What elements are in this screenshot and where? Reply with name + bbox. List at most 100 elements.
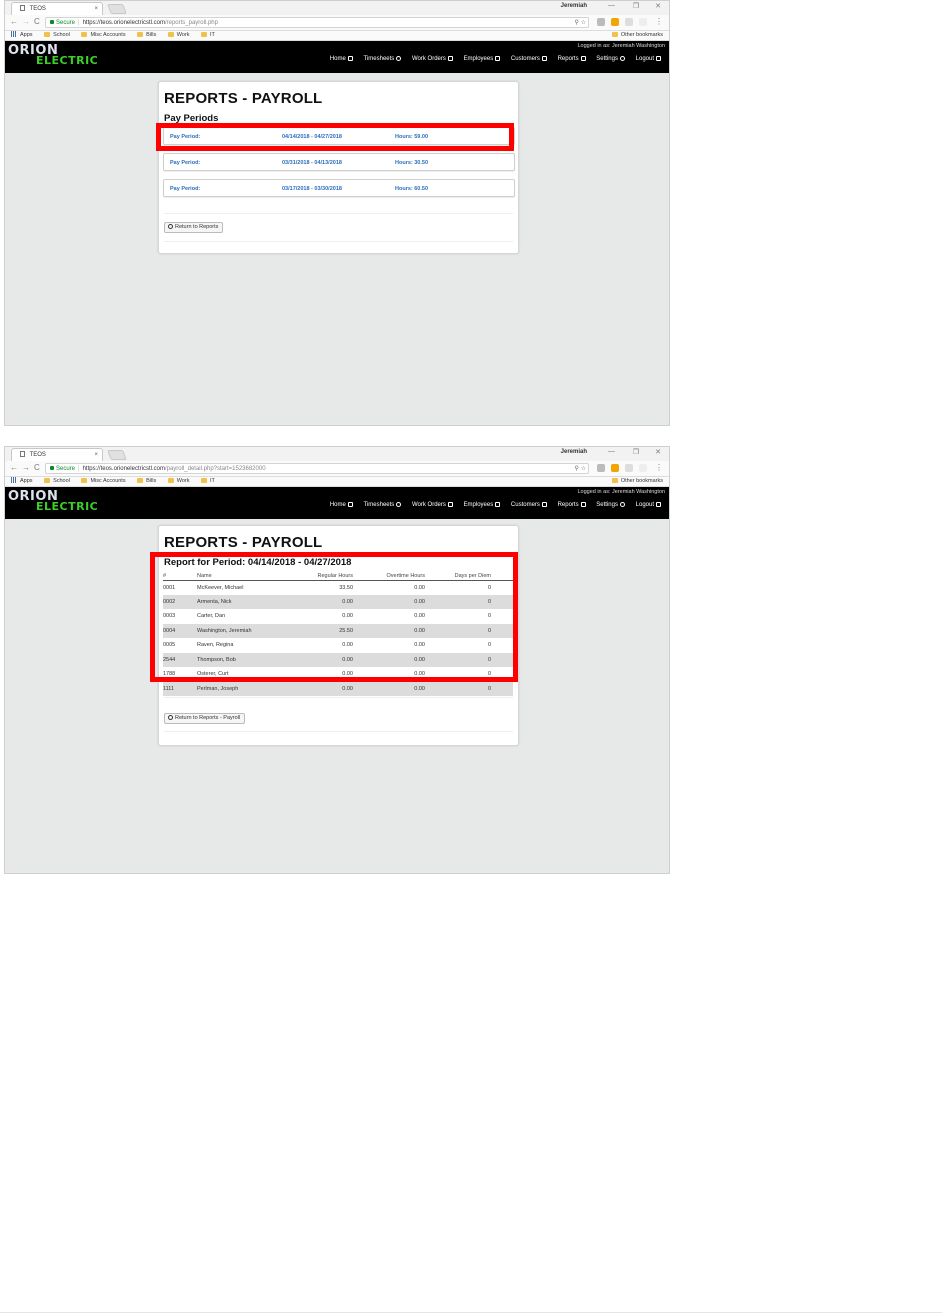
- extension-icon[interactable]: [611, 464, 619, 472]
- return-to-payroll-button[interactable]: Return to Reports - Payroll: [164, 713, 246, 724]
- bookmark-work[interactable]: Work: [167, 31, 189, 40]
- book-icon: [580, 502, 586, 507]
- other-bookmarks[interactable]: Other bookmarks: [611, 477, 663, 486]
- minimize-icon[interactable]: —: [608, 2, 615, 9]
- main-menu: Home Timesheets Work Orders Employees Cu…: [321, 502, 661, 508]
- bookmark-apps[interactable]: Apps: [11, 31, 33, 40]
- cell-days-per-diem: 0: [425, 681, 513, 696]
- bookmark-it[interactable]: IT: [201, 477, 215, 486]
- apps-icon: [11, 477, 17, 483]
- profile-name[interactable]: Jeremiah: [561, 449, 587, 455]
- browser-tab[interactable]: TEOS ×: [11, 448, 103, 461]
- maximize-icon[interactable]: ❐: [633, 448, 639, 456]
- other-bookmarks[interactable]: Other bookmarks: [611, 31, 663, 40]
- extension-icon[interactable]: [625, 18, 633, 26]
- nav-customers[interactable]: Customers: [511, 56, 547, 62]
- bookmark-it[interactable]: IT: [201, 31, 215, 40]
- address-bar-row: ← → C Secure | https://teos.orionelectrics…: [5, 15, 669, 31]
- bookmark-bills[interactable]: Bills: [137, 31, 156, 40]
- divider: [164, 241, 513, 242]
- secure-indicator[interactable]: Secure: [50, 20, 75, 26]
- back-icon[interactable]: ←: [10, 17, 18, 26]
- browser-tabstrip: TEOS × Jeremiah — ❐ ✕: [5, 1, 669, 15]
- nav-timesheets[interactable]: Timesheets: [364, 502, 402, 508]
- nav-employees[interactable]: Employees: [464, 56, 501, 62]
- nav-customers[interactable]: Customers: [511, 502, 547, 508]
- forward-icon[interactable]: →: [22, 463, 30, 472]
- close-window-icon[interactable]: ✕: [655, 2, 661, 10]
- nav-reports[interactable]: Reports: [558, 502, 586, 508]
- extension-icon[interactable]: [597, 18, 605, 26]
- secure-indicator[interactable]: Secure: [50, 466, 75, 472]
- return-to-reports-button[interactable]: Return to Reports: [164, 222, 224, 233]
- nav-home[interactable]: Home: [330, 502, 353, 508]
- bookmark-star-icon[interactable]: ⚲ ☆: [575, 464, 586, 473]
- extension-icon[interactable]: [639, 464, 647, 472]
- back-icon[interactable]: ←: [10, 463, 18, 472]
- nav-home[interactable]: Home: [330, 56, 353, 62]
- reload-icon[interactable]: C: [34, 463, 40, 472]
- bookmark-star-icon[interactable]: ⚲ ☆: [575, 18, 586, 27]
- page-title: REPORTS - PAYROLL: [164, 534, 323, 551]
- nav-settings[interactable]: Settings: [596, 502, 625, 508]
- tab-close-icon[interactable]: ×: [94, 3, 98, 15]
- page-title: REPORTS - PAYROLL: [164, 90, 323, 107]
- bookmark-school[interactable]: School: [44, 477, 70, 486]
- url-field[interactable]: Secure | https://teos.orionelectricstl.com…: [45, 463, 589, 474]
- url-field[interactable]: Secure | https://teos.orionelectricstl.com…: [45, 17, 589, 28]
- lock-icon: [50, 466, 54, 470]
- payroll-panel: REPORTS - PAYROLL Pay Periods Pay Period…: [158, 81, 519, 254]
- list-icon: [541, 56, 547, 61]
- extension-icon[interactable]: [625, 464, 633, 472]
- bookmark-work[interactable]: Work: [167, 477, 189, 486]
- extension-icon[interactable]: [611, 18, 619, 26]
- nav-logout[interactable]: Logout: [636, 56, 661, 62]
- bookmark-school[interactable]: School: [44, 31, 70, 40]
- new-tab-button[interactable]: [107, 4, 127, 14]
- profile-name[interactable]: Jeremiah: [561, 3, 587, 9]
- nav-timesheets[interactable]: Timesheets: [364, 56, 402, 62]
- folder-icon: [81, 32, 88, 37]
- folder-icon: [611, 32, 618, 37]
- cell-id: 1111: [163, 681, 197, 696]
- bookmark-apps[interactable]: Apps: [11, 477, 33, 486]
- divider: [164, 697, 513, 698]
- bookmark-misc-accounts[interactable]: Misc Accounts: [81, 31, 126, 40]
- minimize-icon[interactable]: —: [608, 448, 615, 455]
- tab-close-icon[interactable]: ×: [94, 449, 98, 461]
- cell-regular-hours: 0.00: [287, 681, 353, 696]
- edit-icon: [447, 502, 453, 507]
- maximize-icon[interactable]: ❐: [633, 2, 639, 10]
- pay-period-row[interactable]: Pay Period: 03/31/2018 - 04/13/2018 Hour…: [163, 153, 515, 171]
- orion-electric-logo[interactable]: ORION ELECTRIC: [8, 44, 98, 66]
- close-window-icon[interactable]: ✕: [655, 448, 661, 456]
- logout-icon: [656, 502, 661, 507]
- reload-icon[interactable]: C: [34, 17, 40, 26]
- tab-title: TEOS: [29, 6, 46, 12]
- extension-icon[interactable]: [597, 464, 605, 472]
- highlight-box-report-table: [150, 552, 518, 682]
- new-tab-button[interactable]: [107, 450, 127, 460]
- nav-reports[interactable]: Reports: [558, 56, 586, 62]
- folder-icon: [81, 478, 88, 483]
- page-icon: [20, 5, 25, 11]
- pay-period-row[interactable]: Pay Period: 03/17/2018 - 03/30/2018 Hour…: [163, 179, 515, 197]
- nav-employees[interactable]: Employees: [464, 502, 501, 508]
- browser-tab[interactable]: TEOS ×: [11, 2, 103, 15]
- forward-icon[interactable]: →: [22, 17, 30, 26]
- nav-settings[interactable]: Settings: [596, 56, 625, 62]
- list-icon: [541, 502, 547, 507]
- bookmark-misc-accounts[interactable]: Misc Accounts: [81, 477, 126, 486]
- page-icon: [20, 451, 25, 457]
- apps-icon: [11, 31, 17, 37]
- nav-logout[interactable]: Logout: [636, 502, 661, 508]
- folder-icon: [201, 478, 208, 483]
- nav-work-orders[interactable]: Work Orders: [412, 56, 453, 62]
- orion-electric-logo[interactable]: ORION ELECTRIC: [8, 490, 98, 512]
- extension-icon[interactable]: [639, 18, 647, 26]
- menu-icon[interactable]: ⋮: [655, 17, 663, 26]
- url-path: /reports_payroll.php: [164, 20, 218, 26]
- nav-work-orders[interactable]: Work Orders: [412, 502, 453, 508]
- bookmark-bills[interactable]: Bills: [137, 477, 156, 486]
- menu-icon[interactable]: ⋮: [655, 463, 663, 472]
